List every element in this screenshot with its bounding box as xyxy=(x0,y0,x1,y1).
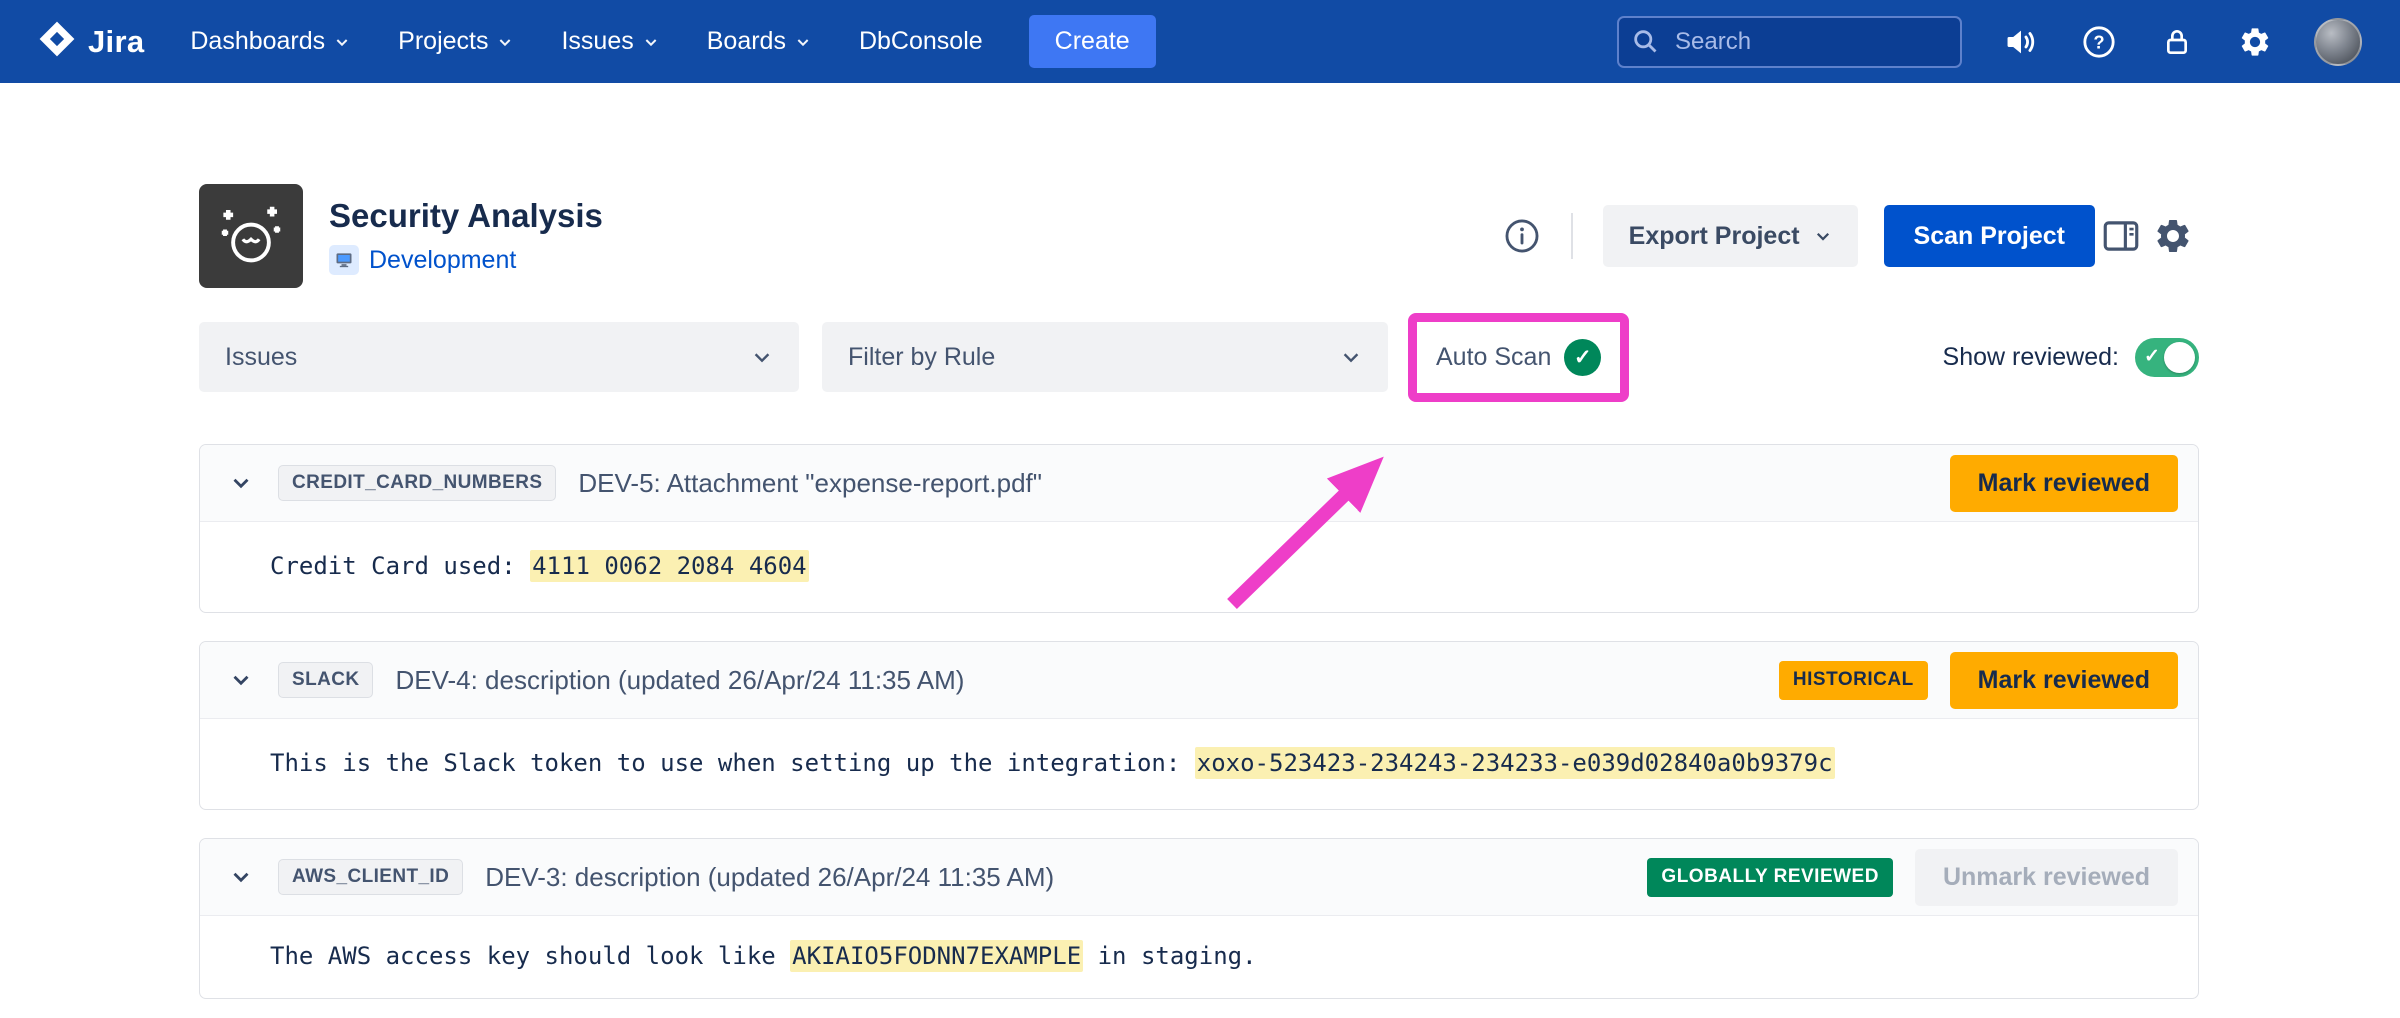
issue-title: DEV-5: Attachment "expense-report.pdf" xyxy=(578,468,1042,499)
auto-scan-label: Auto Scan xyxy=(1436,343,1551,372)
show-reviewed-toggle[interactable]: ✓ xyxy=(2135,338,2199,377)
chevron-down-icon xyxy=(497,34,513,50)
issue-card: CREDIT_CARD_NUMBERS DEV-5: Attachment "e… xyxy=(199,444,2199,613)
info-icon[interactable] xyxy=(1503,217,1541,255)
lock-icon[interactable] xyxy=(2158,23,2196,61)
chevron-down-icon xyxy=(795,34,811,50)
historical-badge: HISTORICAL xyxy=(1779,661,1928,700)
collapse-chevron-icon[interactable] xyxy=(228,667,254,693)
finding-text: The AWS access key should look like AKIA… xyxy=(200,916,2198,998)
rule-badge: SLACK xyxy=(278,662,373,698)
layout-sidebar-icon[interactable] xyxy=(2095,210,2147,262)
chevron-down-icon xyxy=(1814,227,1832,245)
auto-scan-control[interactable]: Auto Scan ✓ xyxy=(1434,335,1603,380)
project-avatar xyxy=(199,184,303,288)
page-settings-gear-icon[interactable] xyxy=(2147,210,2199,262)
chevron-down-icon xyxy=(1340,346,1362,368)
user-avatar[interactable] xyxy=(2314,18,2362,66)
chevron-down-icon xyxy=(643,34,659,50)
nav-item-boards[interactable]: Boards xyxy=(707,27,811,56)
issue-card-header[interactable]: CREDIT_CARD_NUMBERS DEV-5: Attachment "e… xyxy=(200,445,2198,522)
nav-menu: Dashboards Projects Issues Boards DbCons… xyxy=(190,27,982,56)
globally-reviewed-badge: GLOBALLY REVIEWED xyxy=(1647,858,1893,897)
secret-highlight: AKIAIO5FODNN7EXAMPLE xyxy=(790,940,1083,972)
issues-filter-dropdown[interactable]: Issues xyxy=(199,322,799,392)
findings-list: CREDIT_CARD_NUMBERS DEV-5: Attachment "e… xyxy=(199,444,2199,1018)
rule-filter-dropdown[interactable]: Filter by Rule xyxy=(822,322,1388,392)
rule-badge: CREDIT_CARD_NUMBERS xyxy=(278,465,556,501)
nav-item-issues[interactable]: Issues xyxy=(561,27,658,56)
search-input[interactable] xyxy=(1617,16,1962,68)
global-search xyxy=(1617,16,1962,68)
issue-card: AWS_CLIENT_ID DEV-3: description (update… xyxy=(199,838,2199,999)
chevron-down-icon xyxy=(334,34,350,50)
mark-reviewed-button[interactable]: Mark reviewed xyxy=(1950,455,2178,512)
toggle-knob xyxy=(2164,342,2195,373)
mark-reviewed-button[interactable]: Mark reviewed xyxy=(1950,652,2178,709)
rule-badge: AWS_CLIENT_ID xyxy=(278,859,463,895)
jira-logo-icon xyxy=(38,20,76,63)
announcement-icon[interactable] xyxy=(2002,23,2040,61)
page-title: Security Analysis xyxy=(329,197,603,235)
export-project-button[interactable]: Export Project xyxy=(1603,205,1858,267)
collapse-chevron-icon[interactable] xyxy=(228,470,254,496)
top-nav: Jira Dashboards Projects Issues Boards D… xyxy=(0,0,2400,83)
nav-item-projects[interactable]: Projects xyxy=(398,27,513,56)
issue-card-header[interactable]: AWS_CLIENT_ID DEV-3: description (update… xyxy=(200,839,2198,916)
secret-highlight: 4111 0062 2084 4604 xyxy=(530,550,809,582)
nav-item-dashboards[interactable]: Dashboards xyxy=(190,27,350,56)
show-reviewed-label: Show reviewed: xyxy=(1943,343,2119,372)
svg-text:?: ? xyxy=(2093,31,2104,52)
finding-text: This is the Slack token to use when sett… xyxy=(200,719,2198,809)
nav-item-dbconsole[interactable]: DbConsole xyxy=(859,27,983,56)
finding-text: Credit Card used: 4111 0062 2084 4604 xyxy=(200,522,2198,612)
project-link[interactable]: Development xyxy=(369,246,516,275)
toggle-check-icon: ✓ xyxy=(2144,345,2160,368)
issue-card: SLACK DEV-4: description (updated 26/Apr… xyxy=(199,641,2199,810)
project-header: Security Analysis Development xyxy=(199,184,2199,288)
collapse-chevron-icon[interactable] xyxy=(228,864,254,890)
secret-highlight: xoxo-523423-234243-234233-e039d02840a0b9… xyxy=(1195,747,1835,779)
auto-scan-check-icon: ✓ xyxy=(1564,339,1601,376)
chevron-down-icon xyxy=(751,346,773,368)
issue-title: DEV-4: description (updated 26/Apr/24 11… xyxy=(395,665,964,696)
help-icon[interactable]: ? xyxy=(2080,23,2118,61)
issue-card-header[interactable]: SLACK DEV-4: description (updated 26/Apr… xyxy=(200,642,2198,719)
create-button[interactable]: Create xyxy=(1029,15,1156,68)
main-content: Security Analysis Development xyxy=(199,184,2199,1018)
brand-name: Jira xyxy=(88,24,144,60)
unmark-reviewed-button[interactable]: Unmark reviewed xyxy=(1915,849,2178,906)
filter-bar: Issues Filter by Rule Auto Scan ✓ Show r… xyxy=(199,322,2199,392)
project-mini-avatar-icon xyxy=(329,245,359,275)
issue-title: DEV-3: description (updated 26/Apr/24 11… xyxy=(485,862,1054,893)
scan-project-button[interactable]: Scan Project xyxy=(1884,205,2095,267)
settings-icon[interactable] xyxy=(2236,23,2274,61)
jira-logo[interactable]: Jira xyxy=(38,20,144,63)
divider xyxy=(1571,213,1573,259)
search-icon xyxy=(1631,27,1659,60)
